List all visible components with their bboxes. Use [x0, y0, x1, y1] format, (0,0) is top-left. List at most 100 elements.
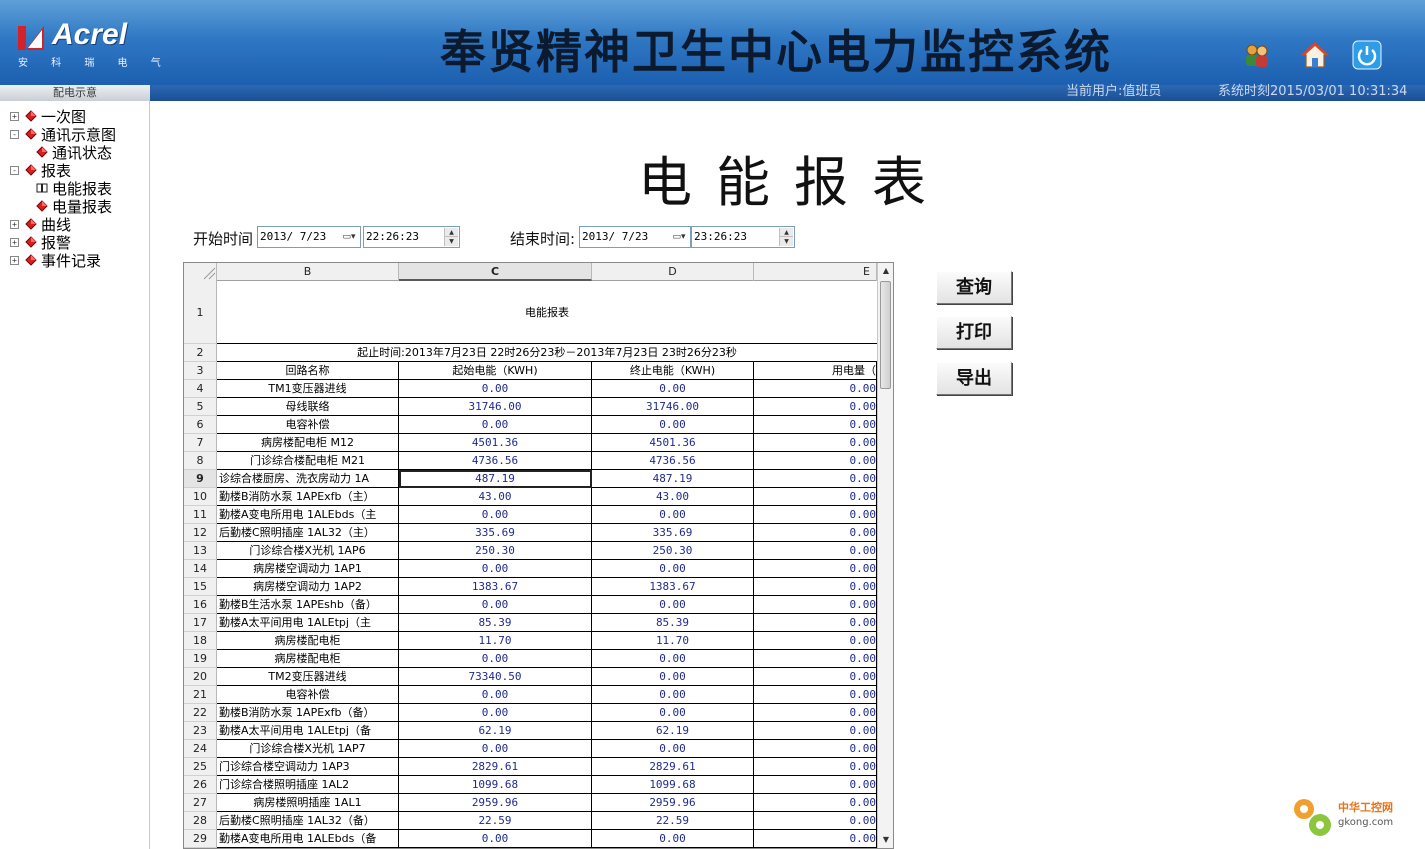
- end-energy-cell[interactable]: 0.00: [592, 380, 754, 398]
- start-energy-cell[interactable]: 1099.68: [399, 776, 592, 794]
- usage-cell[interactable]: 0.00: [754, 650, 877, 668]
- end-energy-cell[interactable]: 1383.67: [592, 578, 754, 596]
- circuit-name-cell[interactable]: 门诊综合楼配电柜 M21: [217, 452, 399, 470]
- row-header[interactable]: 25: [184, 758, 217, 776]
- row-header[interactable]: 22: [184, 704, 217, 722]
- start-energy-cell[interactable]: 43.00: [399, 488, 592, 506]
- end-energy-cell[interactable]: 2959.96: [592, 794, 754, 812]
- row-header[interactable]: 26: [184, 776, 217, 794]
- start-energy-cell[interactable]: 2959.96: [399, 794, 592, 812]
- sidebar-item-8[interactable]: + 事件记录: [10, 251, 101, 270]
- end-energy-cell[interactable]: 43.00: [592, 488, 754, 506]
- row-header[interactable]: 21: [184, 686, 217, 704]
- collapse-icon[interactable]: -: [10, 165, 19, 175]
- end-energy-cell[interactable]: 85.39: [592, 614, 754, 632]
- header-cell-start[interactable]: 起始电能（KWH): [399, 362, 592, 380]
- usage-cell[interactable]: 0.00: [754, 452, 877, 470]
- query-button[interactable]: 查询: [936, 271, 1012, 304]
- end-energy-cell[interactable]: 11.70: [592, 632, 754, 650]
- vertical-scrollbar[interactable]: ▲ ▼: [877, 263, 893, 848]
- usage-cell[interactable]: 0.00: [754, 632, 877, 650]
- start-energy-cell[interactable]: 0.00: [399, 650, 592, 668]
- report-title-cell[interactable]: 电能报表: [217, 281, 877, 344]
- row-header[interactable]: 13: [184, 542, 217, 560]
- start-energy-cell[interactable]: 335.69: [399, 524, 592, 542]
- end-energy-cell[interactable]: 0.00: [592, 596, 754, 614]
- start-energy-cell[interactable]: 85.39: [399, 614, 592, 632]
- start-energy-cell[interactable]: 22.59: [399, 812, 592, 830]
- sidebar-item-0[interactable]: + 一次图: [10, 107, 86, 126]
- export-button[interactable]: 导出: [936, 362, 1012, 395]
- circuit-name-cell[interactable]: 后勤楼C照明插座 1AL32（主）: [217, 524, 399, 542]
- end-time-spinner[interactable]: ▲ ▼: [779, 228, 793, 246]
- usage-cell[interactable]: 0.00: [754, 758, 877, 776]
- row-header[interactable]: 20: [184, 668, 217, 686]
- usage-cell[interactable]: 0.00: [754, 704, 877, 722]
- start-energy-cell[interactable]: 4501.36: [399, 434, 592, 452]
- start-energy-cell[interactable]: 1383.67: [399, 578, 592, 596]
- sidebar-item-1[interactable]: - 通讯示意图: [10, 125, 116, 144]
- circuit-name-cell[interactable]: 勤楼A变电所用电 1ALEbds（主: [217, 506, 399, 524]
- calendar-dropdown-icon[interactable]: ▭▾: [670, 230, 688, 244]
- end-energy-cell[interactable]: 0.00: [592, 560, 754, 578]
- scroll-down-icon[interactable]: ▼: [878, 832, 893, 848]
- expand-icon[interactable]: +: [10, 219, 19, 229]
- usage-cell[interactable]: 0.00: [754, 686, 877, 704]
- circuit-name-cell[interactable]: 门诊综合楼空调动力 1AP3: [217, 758, 399, 776]
- row-header[interactable]: 28: [184, 812, 217, 830]
- end-energy-cell[interactable]: 2829.61: [592, 758, 754, 776]
- circuit-name-cell[interactable]: TM1变压器进线: [217, 380, 399, 398]
- end-energy-cell[interactable]: 487.19: [592, 470, 754, 488]
- circuit-name-cell[interactable]: 勤楼A太平间用电 1ALEtpj（备: [217, 722, 399, 740]
- circuit-name-cell[interactable]: 勤楼A太平间用电 1ALEtpj（主: [217, 614, 399, 632]
- usage-cell[interactable]: 0.00: [754, 668, 877, 686]
- end-energy-cell[interactable]: 62.19: [592, 722, 754, 740]
- start-energy-cell[interactable]: 4736.56: [399, 452, 592, 470]
- start-energy-cell[interactable]: 250.30: [399, 542, 592, 560]
- circuit-name-cell[interactable]: 勤楼B生活水泵 1APEshb（备）: [217, 596, 399, 614]
- circuit-name-cell[interactable]: 病房楼照明插座 1AL1: [217, 794, 399, 812]
- column-header-c[interactable]: C: [399, 263, 592, 281]
- usage-cell[interactable]: 0.00: [754, 398, 877, 416]
- expand-icon[interactable]: +: [10, 111, 19, 121]
- end-energy-cell[interactable]: 4501.36: [592, 434, 754, 452]
- end-energy-cell[interactable]: 0.00: [592, 686, 754, 704]
- row-header[interactable]: 7: [184, 434, 217, 452]
- start-energy-cell[interactable]: 31746.00: [399, 398, 592, 416]
- start-energy-cell[interactable]: 0.00: [399, 506, 592, 524]
- sidebar-item-6[interactable]: + 曲线: [10, 215, 71, 234]
- row-header[interactable]: 24: [184, 740, 217, 758]
- circuit-name-cell[interactable]: 门诊综合楼X光机 1AP7: [217, 740, 399, 758]
- header-cell-circuit[interactable]: 回路名称: [217, 362, 399, 380]
- start-energy-cell[interactable]: 0.00: [399, 380, 592, 398]
- circuit-name-cell[interactable]: 母线联络: [217, 398, 399, 416]
- start-energy-cell[interactable]: 0.00: [399, 596, 592, 614]
- circuit-name-cell[interactable]: 门诊综合楼X光机 1AP6: [217, 542, 399, 560]
- start-energy-cell[interactable]: 0.00: [399, 686, 592, 704]
- usage-cell[interactable]: 0.00: [754, 524, 877, 542]
- row-header[interactable]: 8: [184, 452, 217, 470]
- usage-cell[interactable]: 0.00: [754, 578, 877, 596]
- usage-cell[interactable]: 0.00: [754, 488, 877, 506]
- start-energy-cell[interactable]: 0.00: [399, 416, 592, 434]
- end-energy-cell[interactable]: 22.59: [592, 812, 754, 830]
- row-header[interactable]: 23: [184, 722, 217, 740]
- start-energy-cell[interactable]: 0.00: [399, 560, 592, 578]
- start-date-picker[interactable]: 2013/ 7/23 ▭▾: [257, 226, 361, 248]
- end-energy-cell[interactable]: 0.00: [592, 740, 754, 758]
- calendar-dropdown-icon[interactable]: ▭▾: [340, 230, 358, 244]
- start-energy-cell[interactable]: 2829.61: [399, 758, 592, 776]
- start-energy-cell[interactable]: 0.00: [399, 704, 592, 722]
- circuit-name-cell[interactable]: 后勤楼C照明插座 1AL32（备）: [217, 812, 399, 830]
- usage-cell[interactable]: 0.00: [754, 506, 877, 524]
- print-button[interactable]: 打印: [936, 316, 1012, 349]
- circuit-name-cell[interactable]: TM2变压器进线: [217, 668, 399, 686]
- circuit-name-cell[interactable]: 电容补偿: [217, 686, 399, 704]
- sidebar-item-4[interactable]: 电能报表: [30, 179, 112, 198]
- usage-cell[interactable]: 0.00: [754, 416, 877, 434]
- sidebar-item-5[interactable]: 电量报表: [30, 197, 112, 216]
- row-header[interactable]: 2: [184, 344, 217, 362]
- end-energy-cell[interactable]: 4736.56: [592, 452, 754, 470]
- usage-cell[interactable]: 0.00: [754, 434, 877, 452]
- users-icon[interactable]: [1242, 40, 1272, 70]
